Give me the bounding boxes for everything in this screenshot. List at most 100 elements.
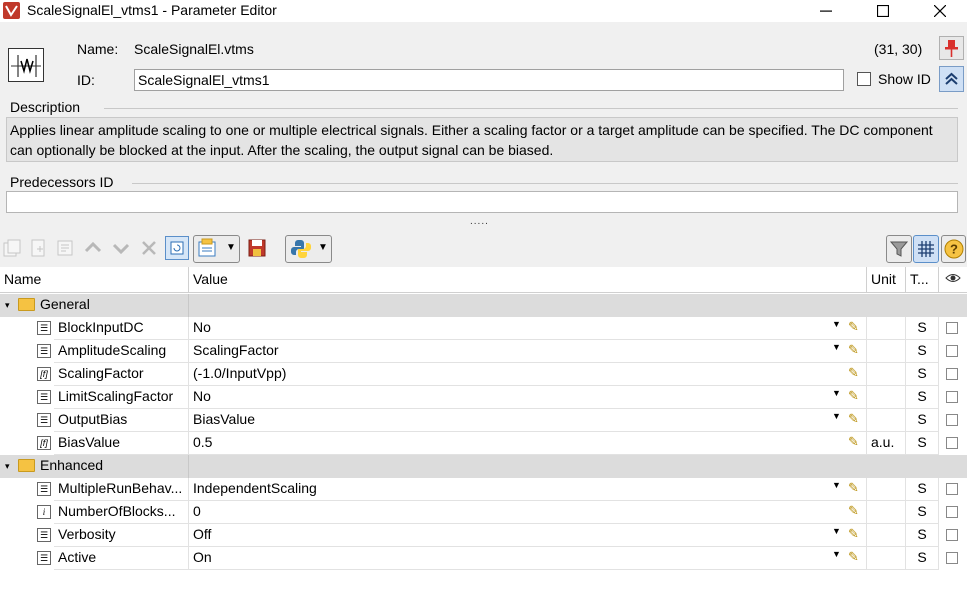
show-id-checkbox[interactable] [857,72,871,86]
folder-icon [18,459,35,472]
pencil-icon[interactable]: ✎ [848,503,859,519]
table-row[interactable]: [f] BiasValue 0.5 ✎ a.u. S [0,432,967,455]
visibility-checkbox[interactable] [946,391,958,403]
visibility-checkbox[interactable] [946,552,958,564]
column-header-unit[interactable]: Unit [867,267,906,293]
param-name: BlockInputDC [54,317,189,340]
param-name: Verbosity [54,524,189,547]
param-value[interactable]: 0 [189,501,867,524]
sync-button[interactable] [165,236,189,260]
param-unit [867,547,906,570]
id-field[interactable] [134,69,844,91]
table-row[interactable]: ☰ LimitScalingFactor No ▼ ✎ S [0,386,967,409]
list-type-icon: ☰ [37,482,51,496]
param-value[interactable]: No [189,386,867,409]
table-row[interactable]: ☰ Verbosity Off ▼ ✎ S [0,524,967,547]
chevron-up-icon [84,241,102,253]
group-label: General [40,296,90,312]
collapse-header-button[interactable] [939,66,964,92]
minimize-button[interactable] [798,0,854,22]
pencil-icon[interactable]: ✎ [848,342,859,358]
pencil-icon[interactable]: ✎ [848,388,859,404]
visibility-checkbox[interactable] [946,368,958,380]
double-chevron-up-icon [945,72,958,85]
maximize-button[interactable] [855,0,911,22]
python-icon [291,240,311,258]
dropdown-arrow-icon[interactable]: ▼ [832,319,841,329]
filter-button[interactable] [886,235,912,263]
properties-button[interactable] [53,236,77,260]
param-value[interactable]: On [189,547,867,570]
param-value[interactable]: No [189,317,867,340]
list-type-icon: ☰ [37,390,51,404]
pencil-icon[interactable]: ✎ [848,549,859,565]
table-row[interactable]: [f] ScalingFactor (-1.0/InputVpp) ✎ S [0,363,967,386]
column-header-visibility[interactable] [939,267,967,293]
visibility-checkbox[interactable] [946,506,958,518]
python-dropdown-button[interactable]: ▼ [285,235,332,263]
group-row-general[interactable]: ▾ General [0,294,967,317]
collapse-arrow-icon[interactable]: ▾ [5,461,10,472]
dropdown-arrow-icon[interactable]: ▼ [832,526,841,536]
pencil-icon[interactable]: ✎ [848,411,859,427]
pencil-icon[interactable]: ✎ [848,526,859,542]
param-type: S [906,317,939,340]
pencil-icon[interactable]: ✎ [848,434,859,450]
new-button[interactable] [26,236,50,260]
column-header-type[interactable]: T... [906,267,939,293]
pencil-icon[interactable]: ✎ [848,365,859,381]
param-value-text: No [193,388,211,404]
description-divider [104,108,958,109]
table-row[interactable]: i NumberOfBlocks... 0 ✎ S [0,501,967,524]
visibility-checkbox[interactable] [946,322,958,334]
pin-button[interactable] [939,36,964,60]
pencil-icon[interactable]: ✎ [848,319,859,335]
table-row[interactable]: ☰ OutputBias BiasValue ▼ ✎ S [0,409,967,432]
dropdown-arrow-icon[interactable]: ▼ [832,411,841,421]
visibility-checkbox[interactable] [946,483,958,495]
help-button[interactable]: ? [941,235,966,263]
save-button[interactable] [245,236,269,260]
collapse-arrow-icon[interactable]: ▾ [5,300,10,311]
app-icon [3,2,20,19]
list-type-icon: ☰ [37,413,51,427]
param-value[interactable]: IndependentScaling [189,478,867,501]
pencil-icon[interactable]: ✎ [848,480,859,496]
block-type-icon [8,48,44,82]
table-row[interactable]: ☰ MultipleRunBehav... IndependentScaling… [0,478,967,501]
copy-button[interactable] [0,236,24,260]
move-down-button[interactable] [109,236,133,260]
visibility-checkbox[interactable] [946,345,958,357]
param-value[interactable]: Off [189,524,867,547]
new-document-icon [31,239,45,257]
splitter-handle[interactable]: ..... [470,216,489,227]
param-value-text: (-1.0/InputVpp) [193,365,287,381]
group-divider [188,294,189,317]
table-row[interactable]: ☰ AmplitudeScaling ScalingFactor ▼ ✎ S [0,340,967,363]
predecessors-field[interactable] [6,191,958,213]
move-up-button[interactable] [81,236,105,260]
dropdown-arrow-icon[interactable]: ▼ [832,388,841,398]
param-value[interactable]: BiasValue [189,409,867,432]
table-row[interactable]: ☰ BlockInputDC No ▼ ✎ S [0,317,967,340]
table-row[interactable]: ☰ Active On ▼ ✎ S [0,547,967,570]
param-type: S [906,501,939,524]
pin-icon [945,40,958,57]
visibility-checkbox[interactable] [946,437,958,449]
param-name: OutputBias [54,409,189,432]
visibility-checkbox[interactable] [946,529,958,541]
dropdown-arrow-icon[interactable]: ▼ [832,480,841,490]
param-value[interactable]: 0.5 [189,432,867,455]
close-button[interactable] [912,0,967,22]
dropdown-arrow-icon[interactable]: ▼ [832,549,841,559]
delete-button[interactable] [137,236,161,260]
column-header-name[interactable]: Name [0,267,189,293]
visibility-checkbox[interactable] [946,414,958,426]
param-value[interactable]: (-1.0/InputVpp) [189,363,867,386]
group-row-enhanced[interactable]: ▾ Enhanced [0,455,967,478]
grid-view-button[interactable] [913,235,939,263]
column-header-value[interactable]: Value [189,267,867,293]
view-dropdown-button[interactable]: ▼ [193,235,240,263]
dropdown-arrow-icon[interactable]: ▼ [832,342,841,352]
param-value[interactable]: ScalingFactor [189,340,867,363]
